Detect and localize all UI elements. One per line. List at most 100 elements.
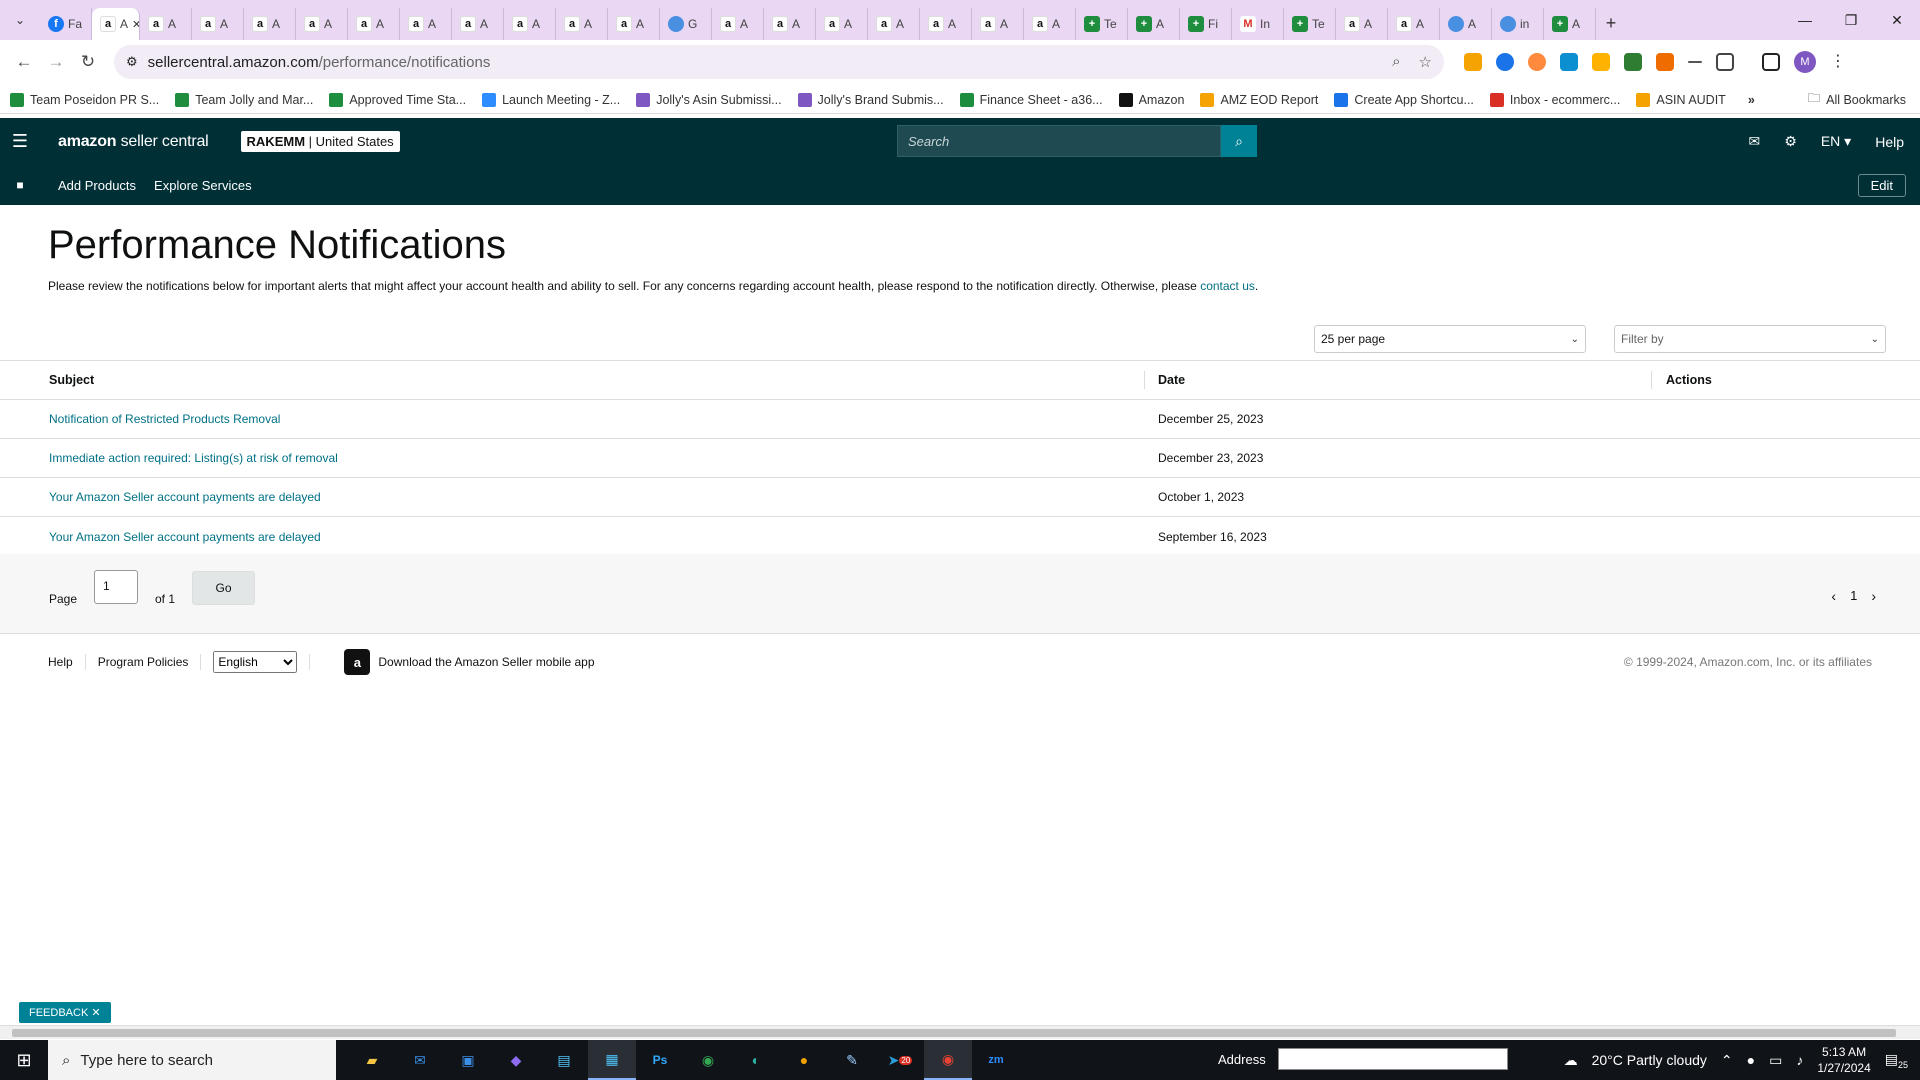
telegram-icon[interactable]: ➤ 20 <box>876 1040 924 1080</box>
browser-tab[interactable]: aA <box>400 8 452 40</box>
program-policies-link[interactable]: Program Policies <box>98 655 189 669</box>
side-panel-icon[interactable] <box>1762 53 1780 71</box>
browser-tab[interactable]: + Fi <box>1180 8 1232 40</box>
bookmark-item[interactable]: AMZ EOD Report <box>1200 92 1318 107</box>
new-tab-icon[interactable]: + <box>1596 8 1626 38</box>
extension-icon[interactable] <box>1560 53 1578 71</box>
browser-tab[interactable]: aA <box>764 8 816 40</box>
minimize-icon[interactable]: — <box>1782 0 1828 40</box>
browser-tab[interactable]: aA <box>1388 8 1440 40</box>
browser-tab[interactable]: + Te <box>1284 8 1336 40</box>
contact-us-link[interactable]: contact us <box>1200 279 1255 293</box>
tab-search-icon[interactable]: ⌄ <box>6 6 34 34</box>
menu-dots-icon[interactable]: ⋮ <box>1830 53 1846 71</box>
extension-icon[interactable] <box>1464 53 1482 71</box>
close-tab-icon[interactable]: ✕ <box>132 18 139 31</box>
hamburger-menu-icon[interactable]: ☰ <box>0 131 40 152</box>
bookmark-star-icon[interactable]: ☆ <box>1419 53 1432 71</box>
browser-tab[interactable]: in <box>1492 8 1544 40</box>
horizontal-scrollbar[interactable] <box>0 1025 1920 1039</box>
prev-page-icon[interactable]: ‹ <box>1831 588 1836 604</box>
chrome-icon[interactable]: ◉ <box>684 1040 732 1080</box>
scrollbar-thumb[interactable] <box>12 1029 1896 1037</box>
bookmark-item[interactable]: Team Jolly and Mar... <box>175 92 313 107</box>
browser-tab[interactable]: aA <box>556 8 608 40</box>
browser-tab[interactable]: aA <box>452 8 504 40</box>
store-icon[interactable]: ▣ <box>444 1040 492 1080</box>
bookmark-item[interactable]: Finance Sheet - a36... <box>959 92 1103 107</box>
zoom-icon[interactable]: ⌕ <box>1392 53 1400 71</box>
browser-tab[interactable]: aA <box>920 8 972 40</box>
extension-icon[interactable] <box>1656 53 1674 71</box>
more-bookmarks-icon[interactable]: » <box>1748 93 1755 107</box>
notification-center-icon[interactable]: ▤25 <box>1885 1051 1908 1070</box>
extension-icon[interactable] <box>1592 53 1610 71</box>
footer-help-link[interactable]: Help <box>48 655 73 669</box>
feedback-button[interactable]: FEEDBACK ✕ <box>19 1002 111 1023</box>
nav-add-products[interactable]: Add Products <box>58 178 136 193</box>
all-bookmarks-button[interactable]: 🗀 All Bookmarks <box>1808 89 1906 110</box>
network-icon[interactable]: ▭ <box>1769 1052 1782 1069</box>
volume-icon[interactable]: ♪ <box>1796 1052 1803 1068</box>
browser-tab[interactable]: aA <box>1336 8 1388 40</box>
browser-tab[interactable]: aA <box>1024 8 1076 40</box>
extension-icon[interactable] <box>1496 53 1514 71</box>
reload-icon[interactable]: ↻ <box>72 46 104 78</box>
language-selector[interactable]: EN ▾ <box>1821 133 1851 150</box>
browser-tab[interactable]: M In <box>1232 8 1284 40</box>
browser-tab[interactable]: aA <box>608 8 660 40</box>
mobile-app-link[interactable]: a Download the Amazon Seller mobile app <box>344 649 595 675</box>
clock[interactable]: 5:13 AM 1/27/2024 <box>1817 1044 1870 1076</box>
restore-icon[interactable]: ❐ <box>1828 0 1874 40</box>
browser-tab[interactable]: aA <box>348 8 400 40</box>
bookmark-item[interactable]: Approved Time Sta... <box>329 92 466 107</box>
forward-icon[interactable]: → <box>40 46 72 78</box>
browser-tab[interactable]: f Fa <box>40 8 92 40</box>
extension-icon[interactable] <box>1528 53 1546 71</box>
store-switcher[interactable]: RAKEMM | United States <box>240 131 400 152</box>
extension-icon[interactable] <box>1688 61 1702 63</box>
calculator-icon[interactable]: ▦ <box>588 1040 636 1080</box>
weather-text[interactable]: 20°C Partly cloudy <box>1592 1052 1707 1068</box>
mail-icon[interactable]: ✉ <box>1749 133 1761 150</box>
go-button[interactable]: Go <box>192 571 255 605</box>
settings-gear-icon[interactable]: ⚙ <box>1784 133 1797 150</box>
browser-tab[interactable]: aA <box>244 8 296 40</box>
app-icon[interactable]: ● <box>780 1040 828 1080</box>
bookmark-item[interactable]: Create App Shortcu... <box>1334 92 1474 107</box>
notification-subject-link[interactable]: Your Amazon Seller account payments are … <box>49 490 321 504</box>
tray-chevron-icon[interactable]: ⌃ <box>1721 1052 1733 1069</box>
browser-tab[interactable]: aA <box>140 8 192 40</box>
browser-tab[interactable]: aA <box>504 8 556 40</box>
address-input[interactable] <box>1277 1048 1508 1070</box>
file-explorer-icon[interactable]: ▰ <box>348 1040 396 1080</box>
address-bar[interactable]: ⚙ sellercentral.amazon.com/performance/n… <box>114 45 1444 79</box>
app-icon[interactable]: ◆ <box>492 1040 540 1080</box>
browser-tab[interactable]: A <box>1440 8 1492 40</box>
footer-language-select[interactable]: English <box>213 651 298 673</box>
bookmark-item[interactable]: Jolly's Asin Submissi... <box>636 92 782 107</box>
extensions-puzzle-icon[interactable] <box>1716 53 1734 71</box>
extension-icon[interactable] <box>1624 53 1642 71</box>
photoshop-icon[interactable]: Ps <box>636 1040 684 1080</box>
bookmark-icon[interactable]: ■ <box>0 178 40 192</box>
edit-button[interactable]: Edit <box>1857 173 1906 197</box>
page-number-input[interactable]: 1 <box>94 570 138 604</box>
browser-tab[interactable]: aA <box>816 8 868 40</box>
filter-select[interactable]: Filter by ⌄ <box>1614 325 1886 353</box>
profile-avatar[interactable]: M <box>1794 51 1816 73</box>
help-link[interactable]: Help <box>1875 134 1904 150</box>
browser-tab[interactable]: aA✕ <box>92 8 140 40</box>
close-icon[interactable]: ✕ <box>91 1007 100 1019</box>
app-icon[interactable]: ▤ <box>540 1040 588 1080</box>
browser-tab[interactable]: aA <box>972 8 1024 40</box>
notification-subject-link[interactable]: Notification of Restricted Products Remo… <box>49 412 280 426</box>
back-icon[interactable]: ← <box>8 46 40 78</box>
next-page-icon[interactable]: › <box>1871 588 1876 604</box>
browser-tab[interactable]: G <box>660 8 712 40</box>
search-button[interactable]: ⌕ <box>1221 125 1257 157</box>
edge-icon[interactable]: ◐ <box>732 1040 780 1080</box>
close-window-icon[interactable]: ✕ <box>1874 0 1920 40</box>
mail-app-icon[interactable]: ✉ <box>396 1040 444 1080</box>
notification-subject-link[interactable]: Immediate action required: Listing(s) at… <box>49 451 338 465</box>
